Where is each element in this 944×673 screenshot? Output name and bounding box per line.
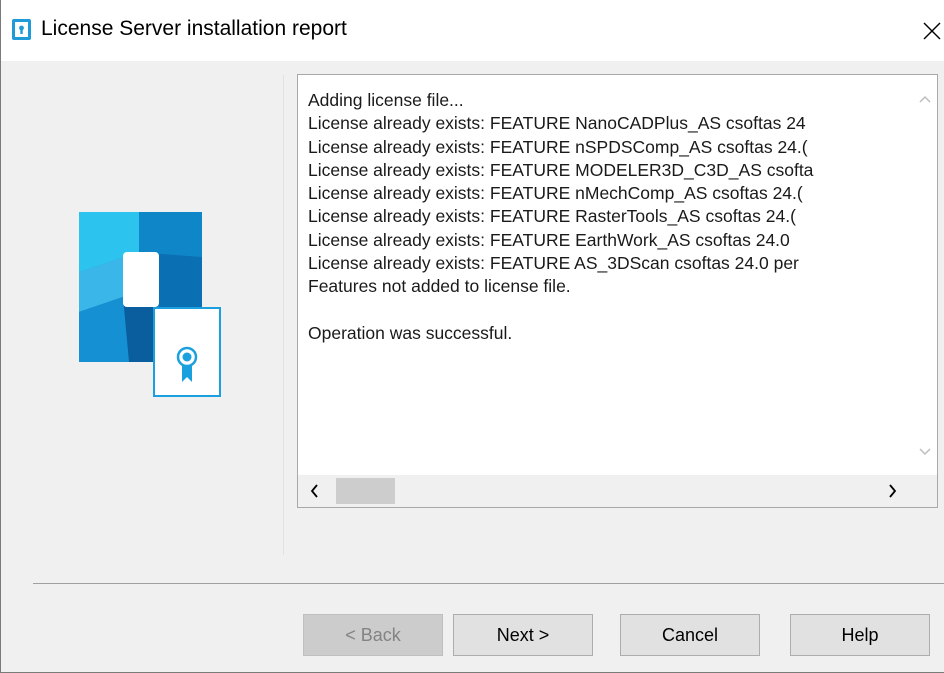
license-certificate-icon: [79, 212, 221, 397]
report-log-line: License already exists: FEATURE nMechCom…: [308, 183, 803, 204]
report-log-text: Adding license file... License already ex…: [308, 89, 906, 479]
horizontal-scroll-thumb[interactable]: [336, 478, 395, 504]
horizontal-scrollbar[interactable]: [298, 475, 912, 507]
report-log-line: Operation was successful.: [308, 322, 513, 343]
installation-report-dialog: License Server installation report Addin…: [0, 0, 944, 673]
close-icon: [923, 22, 941, 40]
report-log-line: Features not added to license file.: [308, 276, 571, 297]
report-log-box[interactable]: Adding license file... License already ex…: [297, 74, 938, 508]
scroll-right-arrow-icon[interactable]: [888, 484, 897, 498]
vertical-scrollbar[interactable]: [912, 75, 937, 475]
scroll-down-arrow-icon[interactable]: [919, 448, 931, 456]
scroll-left-arrow-icon[interactable]: [310, 484, 319, 498]
report-log-line: License already exists: FEATURE RasterTo…: [308, 206, 796, 227]
license-server-app-icon: [12, 19, 31, 40]
title-bar[interactable]: License Server installation report: [1, 0, 944, 61]
button-area-divider: [33, 583, 944, 584]
scroll-corner: [912, 475, 937, 507]
help-button[interactable]: Help: [790, 614, 930, 656]
report-log-line: [308, 299, 906, 322]
report-log-line: License already exists: FEATURE EarthWor…: [308, 229, 790, 250]
report-log-line: License already exists: FEATURE AS_3DSca…: [308, 253, 799, 274]
cancel-button[interactable]: Cancel: [620, 614, 760, 656]
report-log-line: License already exists: FEATURE MODELER3…: [308, 159, 814, 180]
report-log-line: License already exists: FEATURE NanoCADP…: [308, 113, 806, 134]
window-title: License Server installation report: [41, 17, 347, 40]
report-log-line: Adding license file...: [308, 90, 464, 110]
panel-divider: [283, 75, 284, 555]
scroll-up-arrow-icon[interactable]: [919, 95, 931, 103]
report-log-line: License already exists: FEATURE nSPDSCom…: [308, 136, 808, 157]
close-button[interactable]: [913, 10, 944, 50]
next-button[interactable]: Next >: [453, 614, 593, 656]
back-button[interactable]: < Back: [303, 614, 443, 656]
